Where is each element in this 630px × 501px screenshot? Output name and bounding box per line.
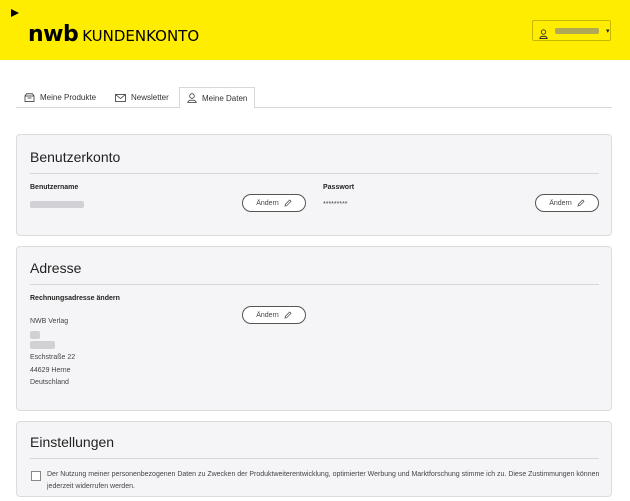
logo-arrow-icon	[11, 9, 19, 17]
button-label: Ändern	[256, 199, 279, 207]
pencil-icon	[284, 199, 292, 207]
change-address-button[interactable]: Ändern	[242, 306, 306, 324]
logo-brand: nwb	[28, 22, 79, 47]
divider	[30, 458, 599, 459]
logo-suffix: KUNDENKONTO	[82, 27, 200, 45]
tab-newsletter[interactable]: Newsletter	[115, 87, 169, 108]
consent-checkbox[interactable]	[31, 471, 41, 481]
username-label: Benutzername	[30, 184, 79, 191]
tab-label: Newsletter	[131, 93, 169, 102]
billing-address-label: Rechnungsadresse ändern	[30, 295, 120, 302]
password-value: *********	[323, 201, 348, 208]
pencil-icon	[577, 199, 585, 207]
consent-text: Der Nutzung meiner personenbezogenen Dat…	[47, 471, 600, 490]
account-name-redacted	[555, 27, 599, 34]
tab-label: Meine Produkte	[40, 93, 97, 102]
username-value-redacted	[30, 201, 84, 208]
button-label: Ändern	[256, 311, 279, 319]
address-name-redacted	[30, 331, 40, 339]
address-name-redacted	[30, 341, 55, 349]
account-tabs: Meine Produkte Newsletter Meine Daten	[16, 87, 612, 109]
password-label: Passwort	[323, 184, 355, 191]
tab-label: Meine Daten	[202, 93, 248, 103]
user-icon	[539, 26, 548, 39]
top-header: nwb KUNDENKONTO ▾	[0, 0, 630, 60]
card-adresse: Adresse Rechnungsadresse ändern NWB Verl…	[16, 246, 612, 411]
envelope-icon	[115, 93, 126, 102]
tab-meine-produkte[interactable]: Meine Produkte	[24, 87, 96, 108]
card-title: Adresse	[30, 260, 82, 276]
address-city: 44629 Herne	[30, 367, 71, 374]
divider	[30, 173, 599, 174]
tab-meine-daten[interactable]: Meine Daten	[179, 87, 256, 109]
chevron-down-icon: ▾	[606, 27, 610, 35]
change-username-button[interactable]: Ändern	[242, 194, 306, 212]
card-title: Benutzerkonto	[30, 149, 121, 165]
address-street: Eschstraße 22	[30, 354, 76, 361]
divider	[30, 284, 599, 285]
card-einstellungen: Einstellungen Der Nutzung meiner persone…	[16, 421, 612, 497]
button-label: Ändern	[549, 199, 572, 207]
account-menu-button[interactable]: ▾	[532, 20, 611, 41]
box-icon	[24, 93, 35, 102]
address-company: NWB Verlag	[30, 318, 69, 325]
logo[interactable]: nwb KUNDENKONTO	[28, 22, 199, 47]
change-password-button[interactable]: Ändern	[535, 194, 599, 212]
address-country: Deutschland	[30, 379, 69, 386]
card-title: Einstellungen	[30, 434, 115, 450]
user-icon	[187, 93, 197, 103]
card-benutzerkonto: Benutzerkonto Benutzername Ändern Passwo…	[16, 134, 612, 236]
pencil-icon	[284, 311, 292, 319]
